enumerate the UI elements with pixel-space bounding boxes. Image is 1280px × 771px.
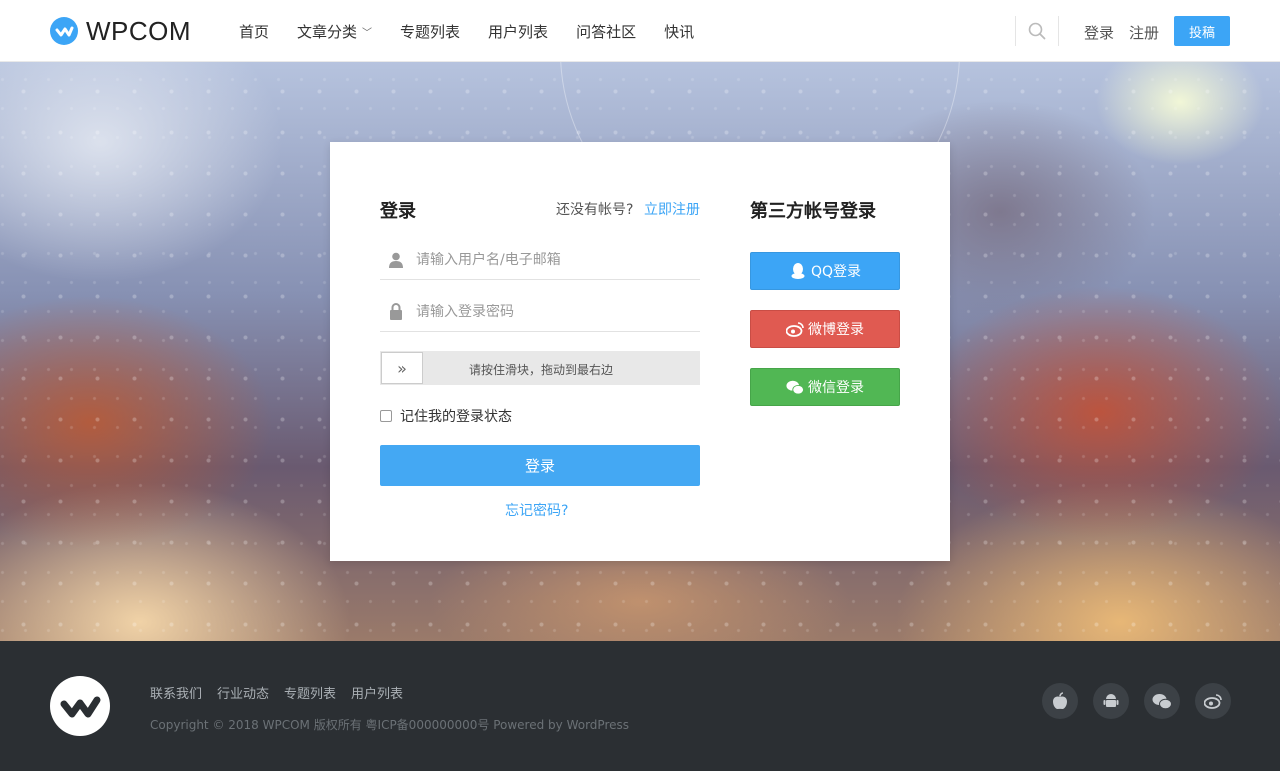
lock-icon xyxy=(388,303,404,321)
android-icon[interactable] xyxy=(1093,683,1129,719)
apple-icon[interactable] xyxy=(1042,683,1078,719)
login-submit-button[interactable]: 登录 xyxy=(380,445,700,486)
wpcom-logo-icon xyxy=(50,17,78,45)
divider xyxy=(1058,16,1059,46)
wechat-icon xyxy=(786,378,804,396)
remember-me[interactable]: 记住我的登录状态 xyxy=(380,406,512,426)
nav-item-topics[interactable]: 专题列表 xyxy=(400,21,460,42)
remember-checkbox[interactable] xyxy=(380,410,392,422)
nav-label: 文章分类 xyxy=(297,22,358,41)
slider-captcha: » 请按住滑块，拖动到最右边 xyxy=(380,351,700,385)
main-nav: 首页 文章分类 ﹀ 专题列表 用户列表 问答社区 快讯 xyxy=(239,0,722,62)
nav-label: 专题列表 xyxy=(400,22,461,41)
social-login-title: 第三方帐号登录 xyxy=(750,201,876,222)
qq-icon xyxy=(789,262,807,280)
password-input[interactable] xyxy=(416,303,696,320)
nav-label: 问答社区 xyxy=(576,22,637,41)
login-title: 登录 xyxy=(380,201,416,222)
forgot-password-link[interactable]: 忘记密码? xyxy=(505,500,568,520)
username-field xyxy=(380,240,700,280)
nav-item-news[interactable]: 快讯 xyxy=(664,21,694,42)
username-input[interactable] xyxy=(416,251,696,268)
footer-link-industry[interactable]: 行业动态 xyxy=(217,683,269,702)
user-icon xyxy=(388,251,404,269)
site-header: WPCOM 首页 文章分类 ﹀ 专题列表 用户列表 问答社区 快讯 登录 注册 投… xyxy=(0,0,1280,62)
logo-text: WPCOM xyxy=(86,15,192,46)
chevron-down-icon: ﹀ xyxy=(362,27,373,39)
nav-item-home[interactable]: 首页 xyxy=(239,21,269,42)
nav-item-categories[interactable]: 文章分类 ﹀ xyxy=(297,21,372,42)
qq-login-label: QQ登录 xyxy=(810,264,862,280)
divider xyxy=(1015,16,1016,46)
nav-label: 快讯 xyxy=(664,22,695,41)
wechat-login-button[interactable]: 微信登录 xyxy=(750,368,900,406)
copyright-text: Copyright © 2018 WPCOM 版权所有 粤ICP备0000000… xyxy=(150,718,629,732)
no-account-text: 还没有帐号? xyxy=(556,202,634,218)
register-now-link[interactable]: 立即注册 xyxy=(644,199,700,219)
qq-login-button[interactable]: QQ登录 xyxy=(750,252,900,290)
footer-link-users[interactable]: 用户列表 xyxy=(351,683,403,702)
site-footer: 联系我们 行业动态 专题列表 用户列表 Copyright © 2018 WPC… xyxy=(0,641,1280,771)
header-login-link[interactable]: 登录 xyxy=(1084,22,1114,43)
footer-link-topics[interactable]: 专题列表 xyxy=(284,683,336,702)
weibo-login-button[interactable]: 微博登录 xyxy=(750,310,900,348)
footer-links: 联系我们 行业动态 专题列表 用户列表 xyxy=(150,683,418,702)
nav-label: 首页 xyxy=(239,22,270,41)
wechat-icon[interactable] xyxy=(1144,683,1180,719)
footer-link-contact[interactable]: 联系我们 xyxy=(150,683,202,702)
search-icon[interactable] xyxy=(1028,22,1046,40)
slider-hint-text: 请按住滑块，拖动到最右边 xyxy=(469,363,614,377)
weibo-login-label: 微博登录 xyxy=(808,322,864,338)
footer-social-icons xyxy=(1042,683,1231,719)
login-card: 登录 还没有帐号? 立即注册 » 请按住滑块，拖动到最右边 记住我的登录状态 登… xyxy=(330,142,950,561)
remember-label: 记住我的登录状态 xyxy=(400,409,512,425)
weibo-icon[interactable] xyxy=(1195,683,1231,719)
submit-post-button[interactable]: 投稿 xyxy=(1174,16,1230,46)
nav-label: 用户列表 xyxy=(488,22,549,41)
slider-handle[interactable]: » xyxy=(381,352,423,384)
nav-item-users[interactable]: 用户列表 xyxy=(488,21,548,42)
password-field xyxy=(380,292,700,332)
wechat-login-label: 微信登录 xyxy=(808,380,864,396)
site-logo[interactable]: WPCOM xyxy=(50,16,191,46)
footer-logo-icon[interactable] xyxy=(50,676,110,736)
nav-item-qa[interactable]: 问答社区 xyxy=(576,21,636,42)
header-register-link[interactable]: 注册 xyxy=(1129,22,1159,43)
weibo-icon xyxy=(786,320,804,338)
